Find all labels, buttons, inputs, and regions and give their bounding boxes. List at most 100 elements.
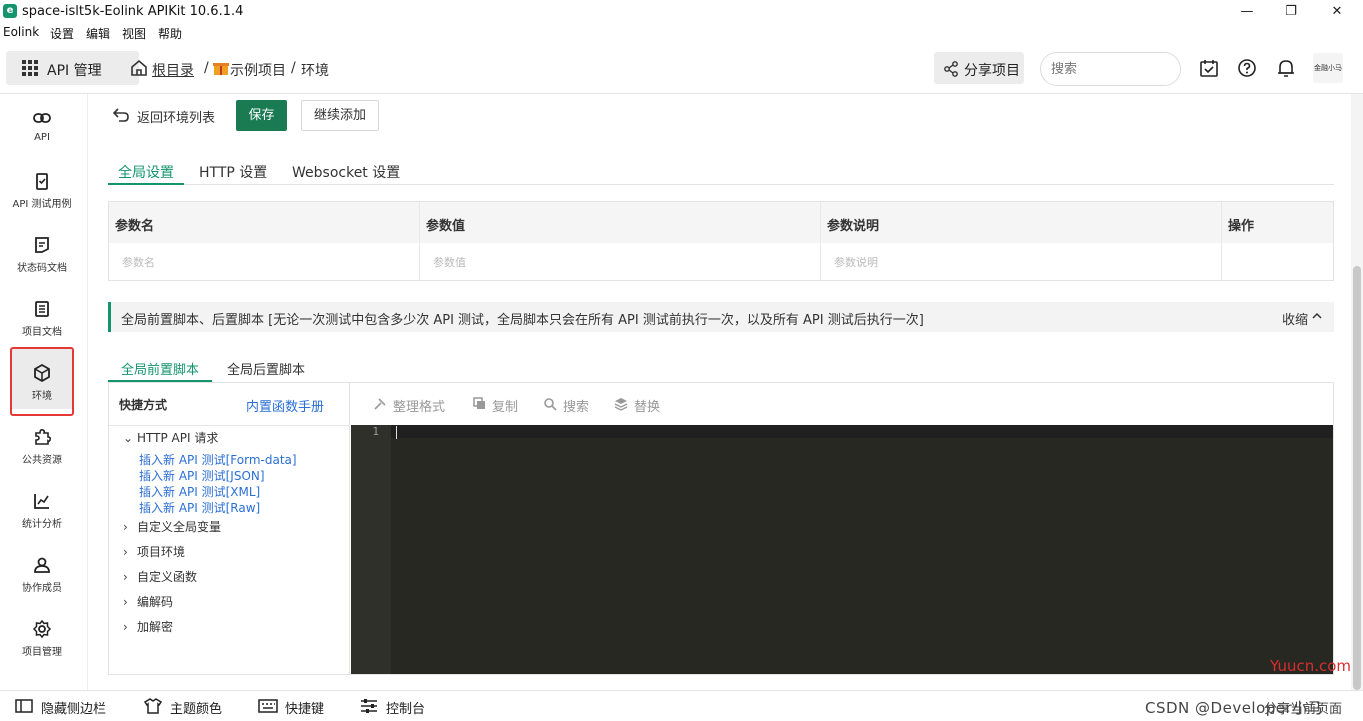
header-param-name: 参数名: [115, 219, 155, 234]
param-name-input[interactable]: 参数名: [122, 254, 155, 270]
chevron-down-icon: ⌄: [123, 431, 134, 445]
continue-add-button[interactable]: 继续添加: [301, 100, 379, 131]
script-tabs: 全局前置脚本 全局后置脚本: [108, 352, 1334, 382]
puzzle-icon: [35, 429, 52, 445]
sidebar-item-label: 公共资源: [22, 455, 62, 466]
document-icon: [35, 301, 49, 317]
sidebar-item-project-docs[interactable]: 项目文档: [10, 285, 74, 345]
scrollbar-thumb[interactable]: [1353, 266, 1361, 690]
bell-icon[interactable]: [1275, 57, 1297, 79]
format-button[interactable]: 整理格式: [393, 396, 445, 415]
search-input[interactable]: [1040, 52, 1181, 86]
notice-text: 全局前置脚本、后置脚本 [无论一次测试中包含多少次 API 测试，全局脚本只会在…: [121, 313, 924, 328]
builtin-function-manual-link[interactable]: 内置函数手册: [246, 396, 324, 415]
share-icon: [944, 61, 958, 77]
insert-form-data-link[interactable]: 插入新 API 测试[Form-data]: [139, 451, 297, 468]
tree-item-label: HTTP API 请求: [137, 431, 219, 445]
header-param-value: 参数值: [426, 219, 466, 234]
tree-item-encode-decode[interactable]: › 编解码: [123, 593, 173, 610]
insert-xml-link[interactable]: 插入新 API 测试[XML]: [139, 483, 260, 500]
insert-json-link[interactable]: 插入新 API 测试[JSON]: [139, 467, 265, 484]
header-actions: 操作: [1228, 219, 1255, 234]
keyboard-icon: [258, 699, 278, 713]
calendar-check-icon[interactable]: [1198, 57, 1220, 79]
sidebar-item-api[interactable]: API: [10, 94, 74, 154]
back-to-env-list-link[interactable]: 返回环境列表: [137, 107, 215, 126]
tree-item-label: 编解码: [137, 595, 174, 609]
api-manage-label: API 管理: [47, 63, 102, 79]
api-manage-button[interactable]: API 管理: [6, 51, 139, 85]
line-number: 1: [372, 425, 379, 438]
theme-color-button[interactable]: 主题颜色: [170, 698, 222, 717]
header-param-desc: 参数说明: [827, 219, 880, 234]
tab-http-settings[interactable]: HTTP 设置: [199, 154, 267, 185]
param-desc-input[interactable]: 参数说明: [834, 254, 878, 270]
collapse-button[interactable]: 收缩: [1282, 309, 1308, 328]
breadcrumb-project[interactable]: 示例项目: [230, 60, 286, 80]
tree-item-label: 自定义函数: [137, 570, 198, 584]
table-column: [420, 202, 821, 280]
replace-button[interactable]: 替换: [634, 396, 660, 415]
save-button[interactable]: 保存: [236, 100, 287, 131]
tree-item-custom-functions[interactable]: › 自定义函数: [123, 568, 197, 585]
sidebar-item-api-test-cases[interactable]: API 测试用例: [10, 157, 74, 217]
tab-websocket-settings[interactable]: Websocket 设置: [292, 154, 400, 185]
sidebar-item-label: API: [34, 132, 50, 143]
tree-item-http-api[interactable]: ⌄ HTTP API 请求: [123, 429, 218, 446]
chevron-up-icon[interactable]: [1312, 312, 1322, 320]
tree-item-global-vars[interactable]: › 自定义全局变量: [123, 518, 221, 535]
sidebar-item-public-resources[interactable]: 公共资源: [10, 413, 74, 473]
text-cursor: [396, 426, 397, 439]
share-project-button[interactable]: 分享项目: [934, 52, 1024, 84]
sidebar-item-status-code-docs[interactable]: 状态码文档: [10, 221, 74, 281]
tree-item-encrypt-decrypt[interactable]: › 加解密: [123, 618, 173, 635]
help-icon[interactable]: [1236, 57, 1258, 79]
menu-view[interactable]: 视图: [122, 25, 146, 42]
tab-global-settings[interactable]: 全局设置: [108, 154, 184, 185]
tab-global-pre-script[interactable]: 全局前置脚本: [108, 352, 212, 382]
menu-settings[interactable]: 设置: [50, 25, 74, 42]
env-tabs: 全局设置 HTTP 设置 Websocket 设置: [108, 154, 1334, 185]
back-arrow-icon[interactable]: [113, 108, 129, 122]
sidebar-item-members[interactable]: 协作成员: [10, 541, 74, 601]
menu-eolink[interactable]: Eolink: [3, 25, 39, 39]
grid-icon: [22, 60, 38, 76]
window-title: space-islt5k-Eolink APIKit 10.6.1.4: [22, 4, 244, 19]
insert-raw-link[interactable]: 插入新 API 测试[Raw]: [139, 499, 260, 516]
avatar[interactable]: 金融小马: [1313, 53, 1343, 83]
shortcut-keys-button[interactable]: 快捷键: [285, 698, 324, 717]
hide-sidebar-button[interactable]: 隐藏侧边栏: [41, 698, 106, 717]
minimize-button[interactable]: —: [1232, 2, 1262, 22]
console-button[interactable]: 控制台: [386, 698, 425, 717]
code-editor[interactable]: 1: [351, 425, 1333, 674]
maximize-button[interactable]: ❐: [1276, 2, 1306, 22]
gift-icon: [213, 63, 229, 75]
sidebar-item-statistics[interactable]: 统计分析: [10, 477, 74, 537]
gear-icon: [32, 619, 52, 639]
search-button[interactable]: 搜索: [563, 396, 589, 415]
sidebar-item-project-settings[interactable]: 项目管理: [10, 605, 74, 665]
share-current-page-button[interactable]: 分享当前页面: [1264, 698, 1342, 717]
sidebar-item-label: 状态码文档: [17, 263, 67, 274]
copy-button[interactable]: 复制: [492, 396, 518, 415]
line-gutter: 1: [351, 425, 391, 674]
table-column: [821, 202, 1222, 280]
breadcrumb-root[interactable]: 根目录: [152, 60, 194, 80]
menu-help[interactable]: 帮助: [158, 25, 182, 42]
site-watermark: Yuucn.com: [1270, 657, 1352, 675]
code-doc-icon: [35, 237, 49, 253]
sidebar-item-label: 协作成员: [22, 583, 62, 594]
param-value-input[interactable]: 参数值: [433, 254, 466, 270]
close-button[interactable]: ✕: [1322, 2, 1352, 22]
chevron-right-icon: ›: [123, 620, 128, 634]
script-editor-panel: 快捷方式 内置函数手册 ⌄ HTTP API 请求 插入新 API 测试[Form…: [108, 382, 1334, 675]
tree-item-project-env[interactable]: › 项目环境: [123, 543, 185, 560]
tab-global-post-script[interactable]: 全局后置脚本: [227, 352, 305, 382]
script-notice: 全局前置脚本、后置脚本 [无论一次测试中包含多少次 API 测试，全局脚本只会在…: [108, 302, 1334, 332]
breadcrumb-separator: /: [204, 60, 209, 76]
breadcrumb-separator: /: [291, 60, 296, 76]
menu-bar: Eolink 设置 编辑 视图 帮助: [0, 24, 1363, 44]
menu-edit[interactable]: 编辑: [86, 25, 110, 42]
page-scrollbar[interactable]: [1351, 94, 1363, 690]
chevron-right-icon: ›: [123, 545, 128, 559]
